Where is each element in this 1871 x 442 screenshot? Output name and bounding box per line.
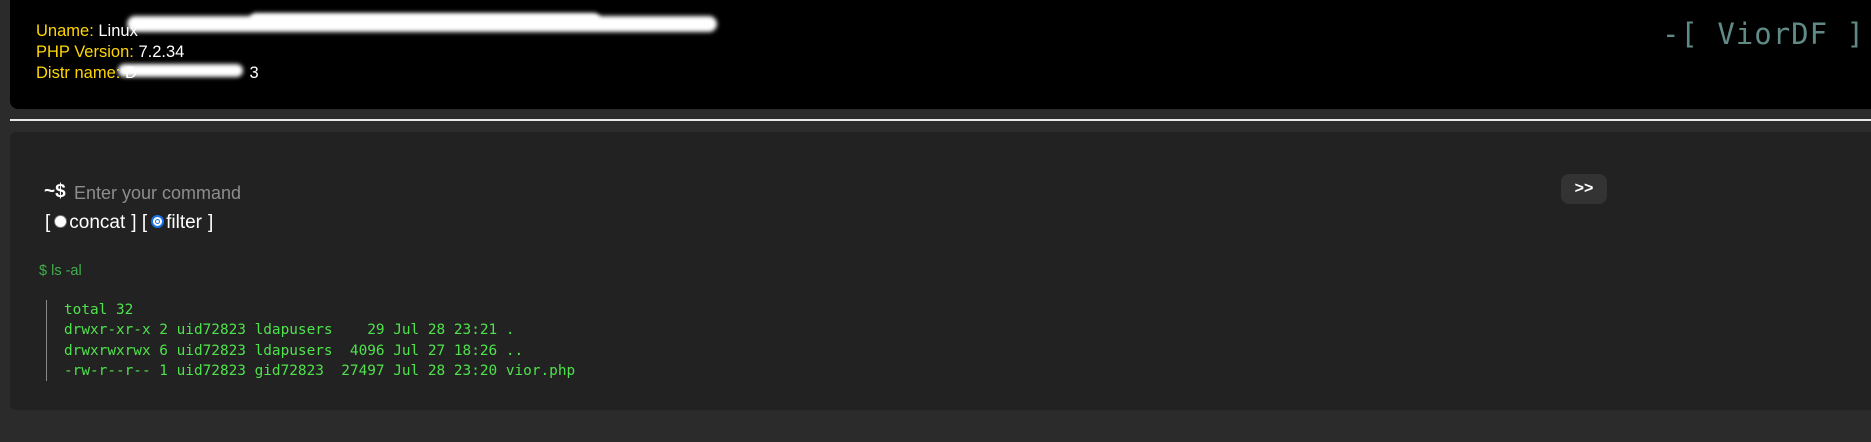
brand-logo: -[ ViorDF ]	[1661, 17, 1865, 51]
php-version-value: 7.2.34	[138, 43, 185, 61]
concat-label: concat	[69, 212, 126, 233]
output-line: drwxrwxrwx 6 uid72823 ldapusers 4096 Jul…	[64, 342, 524, 359]
mode-options: [ concat ] [ filter ]	[45, 212, 213, 234]
divider	[10, 119, 1871, 121]
filter-radio[interactable]	[151, 214, 165, 228]
shell-prompt: ~$	[44, 181, 66, 202]
command-row: ~$	[44, 179, 1644, 209]
command-output: total 32 drwxr-xr-x 2 uid72823 ldapusers …	[46, 300, 576, 382]
bracket-open: [	[45, 212, 51, 233]
redaction-mark	[118, 64, 243, 77]
redaction-mark	[250, 13, 600, 25]
output-line: drwxr-xr-x 2 uid72823 ldapusers 29 Jul 2…	[64, 322, 515, 339]
concat-radio[interactable]	[54, 214, 68, 228]
executed-command: $ ls -al	[39, 263, 82, 279]
filter-label: filter	[166, 212, 203, 233]
output-line: total 32	[64, 302, 134, 318]
command-input[interactable]	[74, 179, 1274, 207]
console-panel: ~$ >> [ concat ] [ filter ] $ ls -al tot…	[10, 132, 1871, 410]
output-line: -rw-r--r-- 1 uid72823 gid72823 27497 Jul…	[64, 362, 576, 379]
distr-name-label: Distr name:	[36, 64, 121, 82]
php-version-label: PHP Version:	[36, 43, 134, 61]
bracket-separator: ] [	[131, 212, 148, 233]
php-version-row: PHP Version: 7.2.34	[36, 42, 259, 63]
distr-name-value-tail: 3	[249, 64, 259, 82]
bracket-close: ]	[208, 212, 214, 233]
system-info-header: Uname: Linux PHP Version: 7.2.34 Distr n…	[10, 0, 1871, 109]
run-command-button[interactable]: >>	[1561, 174, 1607, 204]
uname-label: Uname:	[36, 22, 94, 40]
